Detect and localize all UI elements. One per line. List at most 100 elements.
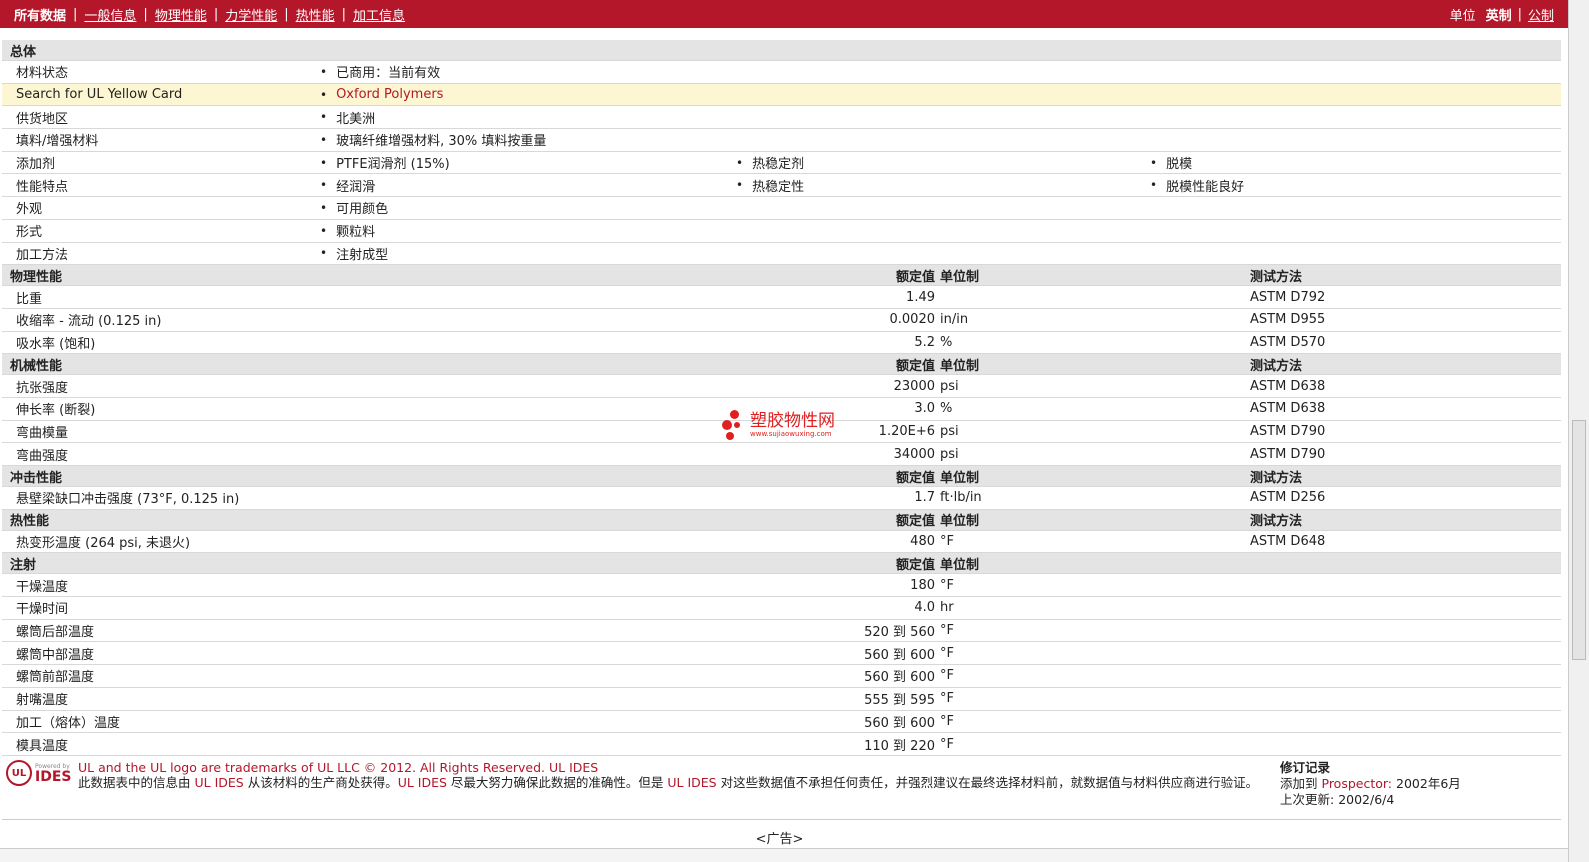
row-value: 560 到 600 <box>864 670 935 686</box>
disclaimer-part: 对这些数据值不承担任何责任，并强烈建议在最终选择材料前，就数据值与材料供应商进行… <box>716 775 1259 790</box>
row-label: 性能特点 <box>16 179 69 195</box>
row-label: 形式 <box>16 225 43 241</box>
row-value: PTFE润滑剂 (15%) <box>320 153 450 172</box>
row-label: 比重 <box>16 291 43 307</box>
added-date: 2002年6月 <box>1396 776 1461 791</box>
nav-processing[interactable]: 加工信息 <box>353 5 405 24</box>
vertical-scrollbar[interactable] <box>1568 0 1589 862</box>
row-label: 材料状态 <box>16 66 69 82</box>
table-row: 干燥时间 4.0 hr <box>2 597 1561 620</box>
row-value: 560 到 600 <box>864 647 935 663</box>
nav-separator: | <box>341 6 347 22</box>
row-unit: °F <box>940 534 954 550</box>
row-label: 外观 <box>16 202 43 218</box>
row-value: 已商用：当前有效 <box>320 62 440 81</box>
row-unit: °F <box>940 577 954 593</box>
yellow-card-link[interactable]: Oxford Polymers <box>320 87 443 102</box>
scrollbar-thumb[interactable] <box>1572 420 1586 660</box>
section-header-general: 总体 <box>2 40 1561 61</box>
header-unit: 单位制 <box>940 269 980 285</box>
nav-separator: | <box>143 6 148 22</box>
row-value: 可用颜色 <box>320 198 388 217</box>
nav-mechanical[interactable]: 力学性能 <box>225 5 277 24</box>
section-nav: 所有数据 | 一般信息 | 物理性能 | 力学性能 | 热性能 | 加工信息 <box>14 5 405 24</box>
header-test-method: 测试方法 <box>1250 470 1303 486</box>
bottom-strip <box>0 848 1568 862</box>
trademark-line: UL and the UL logo are trademarks of UL … <box>78 760 599 775</box>
row-label: 螺筒后部温度 <box>16 625 95 641</box>
added-source: Prospector: <box>1321 776 1393 791</box>
units-english: 英制 <box>1485 8 1512 24</box>
row-test-method: ASTM D790 <box>1250 446 1326 462</box>
row-value: 1.20E+6 <box>878 423 935 439</box>
section-title: 热性能 <box>10 514 50 530</box>
table-row: 悬壁梁缺口冲击强度 (73°F, 0.125 in) 1.7 ft·lb/in … <box>2 487 1561 510</box>
row-unit: % <box>940 334 953 350</box>
row-value: 5.2 <box>914 334 935 350</box>
table-row: 供货地区 北美洲 <box>2 106 1561 130</box>
table-row: 吸水率 (饱和) 5.2 % ASTM D570 <box>2 332 1561 355</box>
nav-separator: | <box>73 6 78 22</box>
row-unit: % <box>940 401 953 417</box>
row-value: 34000 <box>893 446 935 462</box>
row-label: 抗张强度 <box>16 380 69 396</box>
row-test-method: ASTM D955 <box>1250 312 1326 328</box>
row-value: 555 到 595 <box>864 693 935 709</box>
disclaimer-brand: UL IDES <box>397 775 447 790</box>
disclaimer-part: 尽最大努力确保此数据的准确性。但是 <box>446 775 668 790</box>
row-value: 3.0 <box>914 401 935 417</box>
revision-title: 修订记录 <box>1280 760 1331 775</box>
section-title: 总体 <box>10 44 37 60</box>
row-label: 悬壁梁缺口冲击强度 (73°F, 0.125 in) <box>16 492 240 508</box>
row-value: 玻璃纤维增强材料, 30% 填料按重量 <box>320 130 546 149</box>
table-row: 干燥温度 180 °F <box>2 574 1561 598</box>
nav-general-info[interactable]: 一般信息 <box>84 5 136 24</box>
row-test-method: ASTM D638 <box>1250 401 1326 417</box>
row-test-method: ASTM D648 <box>1250 534 1326 550</box>
table-row: 热变形温度 (264 psi, 未退火) 480 °F ASTM D648 <box>2 531 1561 554</box>
table-row: 材料状态 已商用：当前有效 <box>2 61 1561 84</box>
units-metric-link[interactable]: 公制 <box>1528 5 1554 24</box>
section-header-physical: 物理性能 额定值 单位制 测试方法 <box>2 265 1561 287</box>
row-unit: in/in <box>940 312 969 328</box>
table-row: 加工方法 注射成型 <box>2 243 1561 266</box>
row-unit: hr <box>940 600 954 616</box>
nav-all-data[interactable]: 所有数据 <box>14 5 66 24</box>
row-unit: °F <box>940 623 954 639</box>
row-value: 0.0020 <box>889 312 936 328</box>
disclaimer-part: 从该材料的生产商处获得。 <box>243 775 398 790</box>
footer: UL Powered by IDES UL and the UL logo ar… <box>2 754 1561 820</box>
header-unit: 单位制 <box>940 514 980 530</box>
table-row: 收缩率 - 流动 (0.125 in) 0.0020 in/in ASTM D9… <box>2 309 1561 332</box>
row-value: 注射成型 <box>320 244 388 263</box>
table-row: 螺筒后部温度 520 到 560 °F <box>2 620 1561 643</box>
header-test-method: 测试方法 <box>1250 269 1303 285</box>
row-unit: °F <box>940 713 954 729</box>
row-unit: ft·lb/in <box>940 490 982 506</box>
row-label: 螺筒前部温度 <box>16 670 95 686</box>
row-label: 收缩率 - 流动 (0.125 in) <box>16 314 162 330</box>
row-label: 供货地区 <box>16 111 69 127</box>
row-label: 螺筒中部温度 <box>16 647 95 663</box>
row-value: 4.0 <box>914 600 935 616</box>
row-test-method: ASTM D570 <box>1250 334 1326 350</box>
header-nominal: 额定值 <box>895 557 935 573</box>
row-label: 干燥温度 <box>16 579 69 595</box>
nav-physical[interactable]: 物理性能 <box>155 5 207 24</box>
header-test-method: 测试方法 <box>1250 514 1303 530</box>
updated-label: 上次更新: <box>1280 792 1335 807</box>
header-test-method: 测试方法 <box>1250 358 1303 374</box>
table-row: 抗张强度 23000 psi ASTM D638 <box>2 375 1561 398</box>
section-title: 注射 <box>10 557 37 573</box>
row-unit: psi <box>940 423 959 439</box>
row-value: 180 <box>910 577 935 593</box>
units-label: 单位 <box>1449 8 1476 24</box>
header-unit: 单位制 <box>940 470 980 486</box>
row-label: 模具温度 <box>16 738 69 754</box>
section-title: 冲击性能 <box>10 470 63 486</box>
row-value: 480 <box>910 534 935 550</box>
row-value: 560 到 600 <box>864 715 935 731</box>
row-unit: °F <box>940 668 954 684</box>
nav-thermal[interactable]: 热性能 <box>296 5 335 24</box>
row-value: 热稳定性 <box>736 176 804 195</box>
